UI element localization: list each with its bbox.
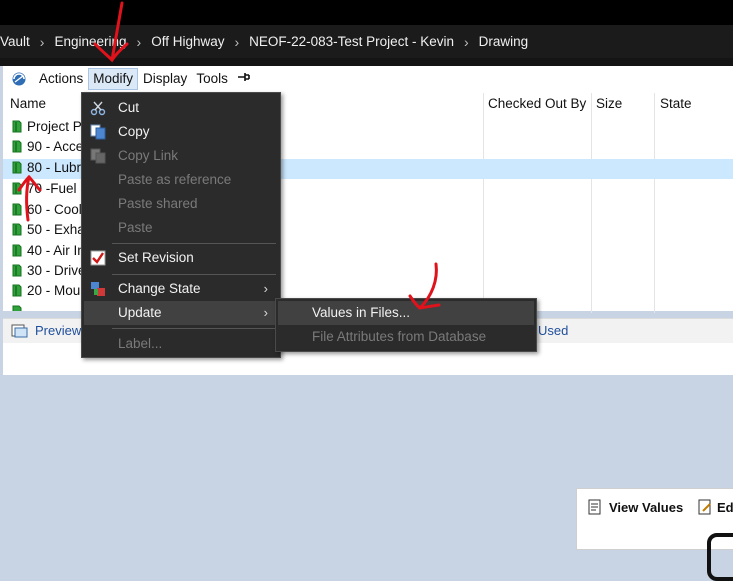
menu-item-paste[interactable]: Paste bbox=[84, 216, 278, 240]
column-header-name[interactable]: Name bbox=[10, 91, 46, 117]
tab-edit-label: Ed bbox=[717, 499, 733, 515]
menu-item-copy[interactable]: Copy bbox=[84, 120, 278, 144]
menu-item-file-attributes-from-database[interactable]: File Attributes from Database bbox=[278, 325, 534, 349]
menu-bar: Actions Modify Display Tools bbox=[3, 66, 733, 91]
tab-view-values-label: View Values bbox=[609, 499, 684, 515]
copy-icon bbox=[90, 124, 106, 140]
view-values-icon bbox=[588, 499, 601, 515]
window-top-bar bbox=[0, 0, 733, 25]
properties-panel: View Values Ed bbox=[576, 488, 733, 581]
menu-display[interactable]: Display bbox=[139, 68, 191, 90]
preview-icon bbox=[11, 324, 28, 337]
menu-item-paste-shared[interactable]: Paste shared bbox=[84, 192, 278, 216]
tab-edit[interactable]: Ed bbox=[697, 495, 733, 519]
breadcrumb-separator-icon: › bbox=[136, 33, 142, 50]
folder-green-icon bbox=[12, 305, 22, 311]
preview-tab-label: Preview bbox=[35, 323, 82, 338]
menu-item-copy-label: Copy bbox=[118, 124, 150, 139]
breadcrumb-off-highway[interactable]: Off Highway bbox=[151, 34, 224, 49]
list-item-name: 80 - Lubri bbox=[27, 160, 85, 175]
menu-item-change-state[interactable]: Change State › bbox=[84, 277, 278, 301]
list-item-name: 20 - Moun bbox=[27, 283, 88, 298]
menu-item-update[interactable]: Update › bbox=[84, 301, 278, 325]
used-tab-label[interactable]: Used bbox=[538, 323, 568, 338]
tab-view-values[interactable]: View Values bbox=[587, 495, 683, 519]
menu-item-file-attributes-from-database-label: File Attributes from Database bbox=[312, 329, 487, 344]
menu-item-values-in-files[interactable]: Values in Files... bbox=[278, 301, 534, 325]
list-item-name: 70 -Fuel S bbox=[27, 181, 90, 196]
set-revision-check-icon bbox=[90, 250, 106, 266]
list-item-name: 40 - Air In bbox=[27, 243, 85, 258]
breadcrumb-drawing[interactable]: Drawing bbox=[479, 34, 529, 49]
folder-green-icon bbox=[12, 223, 22, 236]
submenu-arrow-icon: › bbox=[263, 305, 268, 320]
menu-actions[interactable]: Actions bbox=[35, 68, 87, 90]
menu-tools[interactable]: Tools bbox=[192, 68, 232, 90]
change-state-icon bbox=[91, 282, 105, 296]
menu-item-label[interactable]: Label... bbox=[84, 332, 278, 356]
breadcrumb-separator-icon: › bbox=[39, 33, 45, 50]
menu-item-cut[interactable]: Cut bbox=[84, 96, 278, 120]
breadcrumb: Vault › Engineering › Off Highway › NEOF… bbox=[0, 25, 733, 58]
folder-green-icon bbox=[12, 284, 22, 297]
menu-item-set-revision[interactable]: Set Revision bbox=[84, 246, 278, 270]
menu-item-paste-as-reference[interactable]: Paste as reference bbox=[84, 168, 278, 192]
menu-item-update-label: Update bbox=[118, 305, 162, 320]
cut-icon bbox=[90, 101, 106, 116]
breadcrumb-separator-icon: › bbox=[463, 33, 469, 50]
folder-green-icon bbox=[12, 264, 22, 277]
folder-green-icon bbox=[12, 203, 22, 216]
menu-item-cut-label: Cut bbox=[118, 100, 140, 115]
vault-app-icon[interactable] bbox=[11, 71, 27, 87]
menu-separator bbox=[112, 274, 276, 275]
breadcrumb-project[interactable]: NEOF-22-083-Test Project - Kevin bbox=[249, 34, 454, 49]
list-item-name: 60 - Cooli bbox=[27, 202, 85, 217]
breadcrumb-engineering[interactable]: Engineering bbox=[54, 34, 126, 49]
context-submenu-update: Values in Files... File Attributes from … bbox=[275, 298, 537, 352]
copy-link-icon bbox=[90, 148, 106, 164]
partial-frame bbox=[707, 533, 733, 581]
menu-item-copy-link-label: Copy Link bbox=[118, 148, 179, 163]
menu-item-change-state-label: Change State bbox=[118, 281, 201, 296]
folder-green-icon bbox=[12, 161, 22, 174]
folder-green-icon bbox=[12, 182, 22, 195]
menu-modify[interactable]: Modify bbox=[88, 67, 139, 90]
submenu-arrow-icon: › bbox=[263, 281, 268, 296]
column-header-state[interactable]: State bbox=[660, 91, 692, 117]
preview-tab[interactable]: Preview bbox=[11, 323, 81, 338]
column-header-checked-out-by[interactable]: Checked Out By bbox=[488, 91, 586, 117]
menu-item-values-in-files-label: Values in Files... bbox=[312, 305, 411, 320]
column-header-size[interactable]: Size bbox=[596, 91, 622, 117]
edit-icon bbox=[698, 499, 711, 515]
menu-item-label-label: Label... bbox=[118, 336, 163, 351]
menu-separator bbox=[112, 243, 276, 244]
folder-green-icon bbox=[12, 140, 22, 153]
menu-separator bbox=[112, 328, 276, 329]
breadcrumb-vault[interactable]: Vault bbox=[0, 34, 30, 49]
menu-item-paste-label: Paste bbox=[118, 220, 153, 235]
menu-item-paste-shared-label: Paste shared bbox=[118, 196, 198, 211]
folder-green-icon bbox=[12, 120, 22, 133]
breadcrumb-separator-icon: › bbox=[234, 33, 240, 50]
list-item-name: 30 - Drive bbox=[27, 263, 86, 278]
menu-item-paste-as-reference-label: Paste as reference bbox=[118, 172, 232, 187]
breadcrumb-divider bbox=[0, 58, 733, 66]
folder-green-icon bbox=[12, 244, 22, 257]
menu-item-copy-link[interactable]: Copy Link bbox=[84, 144, 278, 168]
context-menu-modify: Cut Copy Copy Link Paste as reference Pa… bbox=[81, 92, 281, 358]
menu-item-set-revision-label: Set Revision bbox=[118, 250, 194, 265]
pin-icon[interactable] bbox=[233, 71, 255, 86]
